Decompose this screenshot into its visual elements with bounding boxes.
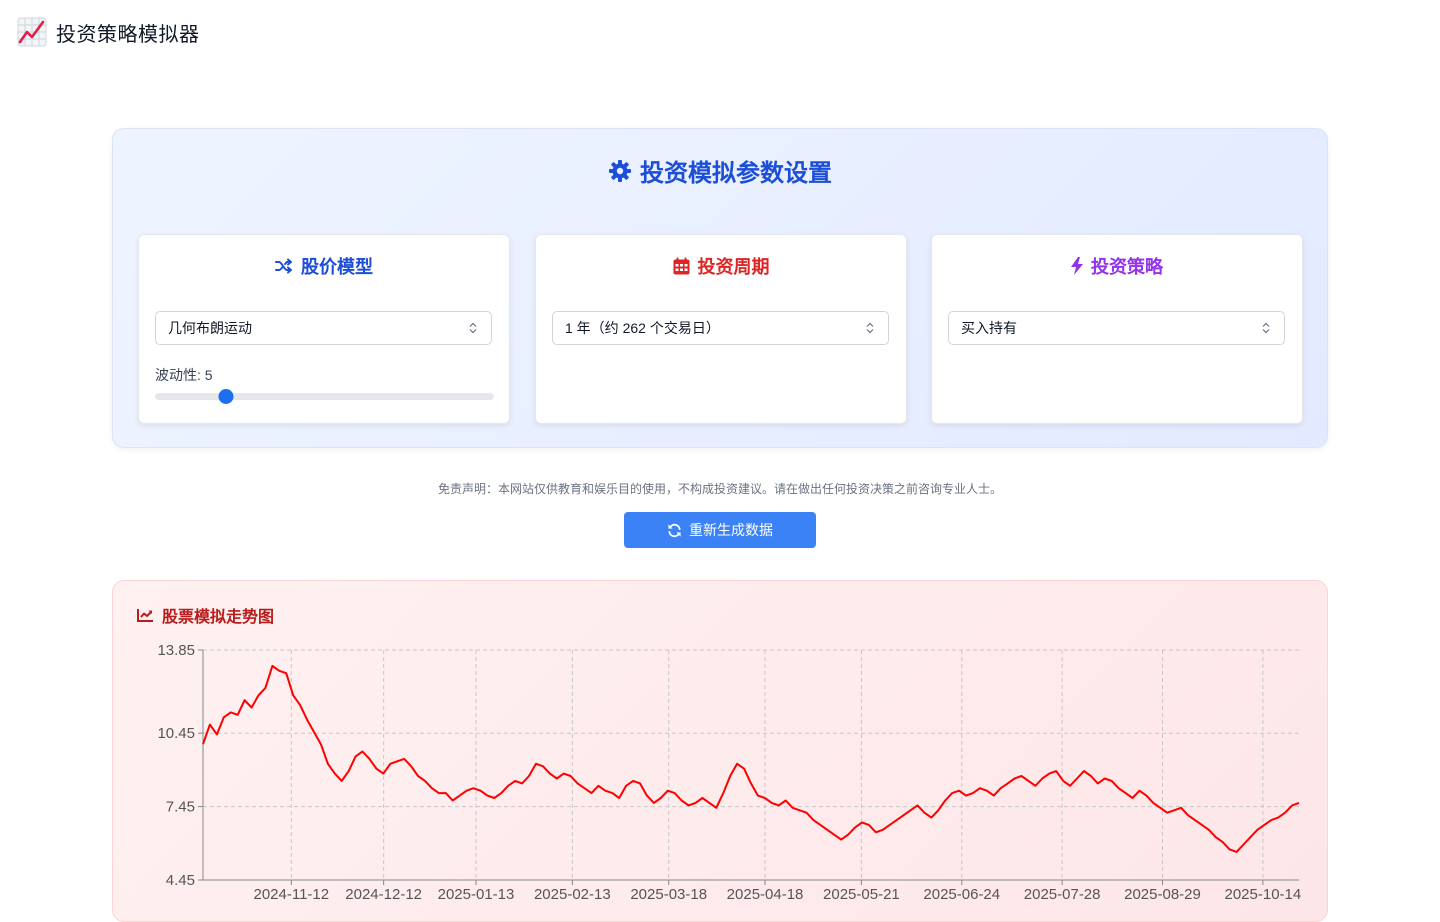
y-tick-label: 4.45 bbox=[166, 872, 195, 889]
stock-model-card: 股价模型 几何布朗运动 波动性: 5 bbox=[138, 234, 510, 424]
app-title: 投资策略模拟器 bbox=[56, 23, 200, 46]
bolt-icon bbox=[1071, 257, 1083, 275]
y-tick-label: 13.85 bbox=[157, 642, 195, 659]
price-series-line bbox=[202, 664, 1300, 853]
settings-panel: 投资模拟参数设置 股价模型 几何布朗运动 波动性: 5 投资周期 1 年（约 2… bbox=[112, 128, 1328, 448]
stock-model-select[interactable]: 几何布朗运动 bbox=[155, 311, 492, 345]
volatility-label: 波动性: 5 bbox=[155, 367, 213, 383]
investment-strategy-select[interactable]: 买入持有 bbox=[948, 311, 1285, 345]
x-tick-label: 2025-10-14 bbox=[1225, 886, 1302, 903]
investment-period-title: 投资周期 bbox=[536, 253, 906, 279]
x-tick-label: 2025-07-28 bbox=[1024, 886, 1101, 903]
app-header: 投资策略模拟器 bbox=[17, 16, 200, 48]
calendar-icon bbox=[673, 257, 689, 275]
x-tick-label: 2024-11-12 bbox=[254, 886, 330, 903]
volatility-slider-thumb[interactable] bbox=[218, 389, 234, 404]
shuffle-icon bbox=[275, 258, 292, 274]
x-tick-label: 2025-04-18 bbox=[727, 886, 804, 903]
stock-model-title: 股价模型 bbox=[139, 253, 509, 279]
x-tick-label: 2024-12-12 bbox=[345, 886, 422, 903]
refresh-icon bbox=[668, 523, 681, 537]
x-tick-label: 2025-02-13 bbox=[534, 886, 611, 903]
x-tick-label: 2025-06-24 bbox=[923, 886, 1000, 903]
x-tick-label: 2025-08-29 bbox=[1124, 886, 1201, 903]
investment-period-card: 投资周期 1 年（约 262 个交易日） bbox=[535, 234, 907, 424]
stock-line-chart: 13.85 10.45 7.45 4.45 2024-11-12 2024-12-12 20… bbox=[157, 642, 1302, 903]
select-chevron-icon bbox=[469, 322, 477, 334]
settings-title-text: 投资模拟参数设置 bbox=[640, 160, 832, 187]
investment-strategy-title: 投资策略 bbox=[932, 253, 1302, 279]
x-tick-label: 2025-01-13 bbox=[438, 886, 515, 903]
x-tick-label: 2025-05-21 bbox=[823, 886, 900, 903]
volatility-slider[interactable] bbox=[155, 389, 494, 404]
disclaimer: 免责声明：本网站仅供教育和娱乐目的使用，不构成投资建议。请在做出任何投资决策之前… bbox=[437, 482, 1002, 496]
select-chevron-icon bbox=[1262, 322, 1270, 334]
investment-strategy-card: 投资策略 买入持有 bbox=[931, 234, 1303, 424]
stock-chart-panel: 股票模拟走势图 13.85 10.45 7.45 4.45 2024-11-12 2024… bbox=[112, 580, 1328, 922]
investment-period-select[interactable]: 1 年（约 262 个交易日） bbox=[552, 311, 889, 345]
select-chevron-icon bbox=[866, 322, 874, 334]
y-tick-label: 10.45 bbox=[157, 725, 195, 742]
x-tick-label: 2025-03-18 bbox=[630, 886, 707, 903]
regenerate-data-button[interactable]: 重新生成数据 bbox=[624, 512, 816, 548]
gear-icon bbox=[609, 159, 631, 182]
regenerate-data-label: 重新生成数据 bbox=[689, 522, 773, 538]
settings-title: 投资模拟参数设置 bbox=[113, 153, 1327, 188]
y-tick-label: 7.45 bbox=[166, 799, 195, 816]
chart-increasing-icon bbox=[17, 17, 47, 47]
